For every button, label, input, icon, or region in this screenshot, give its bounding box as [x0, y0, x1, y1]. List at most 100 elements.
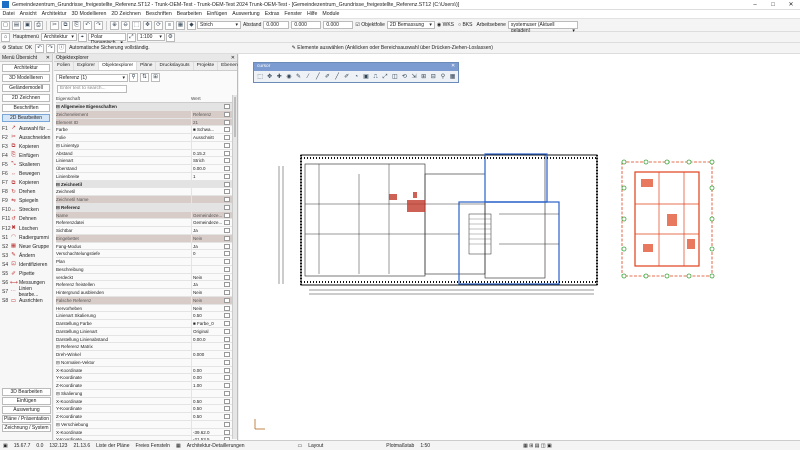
- dimension-select[interactable]: 2D Bemassung: [386, 21, 435, 29]
- undo-small-icon[interactable]: ↶: [35, 43, 45, 53]
- property-row[interactable]: Darstellung Linienart Original: [56, 327, 234, 336]
- property-row[interactable]: ⊟ Normalen-Vektor: [56, 358, 234, 367]
- tab-projekte[interactable]: Projekte: [194, 62, 219, 70]
- property-checkbox[interactable]: [224, 383, 230, 388]
- property-value[interactable]: Ja: [191, 227, 222, 234]
- property-checkbox[interactable]: [224, 158, 230, 164]
- menu-beschriften[interactable]: Beschriften: [143, 11, 174, 17]
- palette-tool-icon[interactable]: ⊟: [429, 73, 437, 82]
- menu-einfuegen[interactable]: Einfügen: [204, 11, 229, 17]
- function-item[interactable]: F11 ↺ Dehnen: [0, 215, 52, 224]
- property-value[interactable]: 0.000: [191, 351, 222, 358]
- property-checkbox[interactable]: [224, 367, 230, 373]
- maximize-button[interactable]: □: [764, 2, 782, 8]
- palette-tool-icon[interactable]: ✎: [295, 73, 303, 82]
- print-icon[interactable]: ⎙: [34, 20, 43, 30]
- menu-3d-modellieren[interactable]: 3D Modellieren: [69, 11, 109, 17]
- palette-titlebar[interactable]: cursor ✕: [254, 63, 458, 71]
- cut-icon[interactable]: ✂: [50, 20, 59, 30]
- property-value[interactable]: [191, 420, 222, 428]
- property-checkbox[interactable]: [224, 127, 230, 133]
- property-row[interactable]: Hervorheben Nein: [56, 304, 234, 313]
- property-value[interactable]: -39.62.0: [191, 428, 222, 436]
- wks-radio[interactable]: ◉ WKS: [437, 22, 454, 28]
- scrollbar-thumb[interactable]: [234, 97, 236, 137]
- property-value[interactable]: 0.00.0: [191, 165, 222, 172]
- search-input[interactable]: Enter text to search...: [57, 85, 127, 93]
- property-value[interactable]: Original: [191, 327, 222, 335]
- detail-label[interactable]: Architektur-Detaillerungen: [187, 443, 245, 449]
- paste-icon[interactable]: ⎘: [72, 20, 81, 30]
- property-checkbox[interactable]: [224, 398, 230, 404]
- property-value[interactable]: Nein: [191, 304, 222, 312]
- property-value[interactable]: [191, 141, 222, 149]
- property-checkbox[interactable]: [224, 259, 230, 264]
- panel-close-icon[interactable]: ✕: [46, 55, 50, 61]
- function-item[interactable]: F1 ↗ Auswahl für ...: [0, 124, 52, 133]
- selected-reference-plan[interactable]: [621, 161, 713, 277]
- palette-tool-icon[interactable]: ◫: [391, 73, 399, 82]
- property-checkbox[interactable]: [224, 297, 230, 303]
- copy-icon[interactable]: ⧉: [61, 20, 70, 30]
- property-checkbox[interactable]: [224, 321, 230, 326]
- property-checkbox[interactable]: [224, 212, 230, 218]
- settings-icon[interactable]: ⚙: [165, 32, 175, 42]
- property-value[interactable]: [191, 258, 222, 265]
- nav-zeichnung-system[interactable]: Zeichnung / System: [2, 424, 51, 432]
- palette-tool-icon[interactable]: ⟲: [400, 73, 408, 82]
- save-icon[interactable]: ▣: [23, 20, 32, 30]
- property-value[interactable]: ■ Farbe_0: [191, 320, 222, 327]
- property-row[interactable]: Plan: [56, 258, 234, 266]
- property-value[interactable]: Gemeindeze...: [191, 211, 222, 219]
- property-checkbox[interactable]: [224, 111, 230, 117]
- function-item[interactable]: S1 ◠ Radiergummi: [0, 233, 52, 242]
- property-value[interactable]: 0.15.2: [191, 149, 222, 157]
- tab-folien[interactable]: Folien: [54, 62, 75, 70]
- property-row[interactable]: ⊟ Verschiebung: [56, 420, 234, 429]
- property-row[interactable]: Z-Koordinate 1.00: [56, 382, 234, 390]
- property-checkbox[interactable]: [224, 266, 230, 272]
- property-checkbox[interactable]: [224, 181, 230, 187]
- property-value[interactable]: [191, 188, 222, 195]
- property-row[interactable]: Folie Ausschnitt: [56, 134, 234, 142]
- menu-extras[interactable]: Extras: [262, 11, 282, 17]
- property-row[interactable]: ⊟ Linientyp: [56, 141, 234, 150]
- property-group-row[interactable]: ⊟ Zeichnetil: [56, 180, 234, 189]
- property-row[interactable]: Linienart Skalierung 0.50: [56, 312, 234, 320]
- property-value[interactable]: Referenz: [191, 110, 222, 118]
- obj-panel-close-icon[interactable]: ✕: [231, 55, 235, 61]
- function-item[interactable]: F5 ⤡ Skalieren: [0, 160, 52, 169]
- property-checkbox[interactable]: [224, 429, 230, 435]
- property-row[interactable]: Referenz freistellen Ja: [56, 281, 234, 289]
- nav-einfuegen[interactable]: Einfügen: [2, 397, 51, 405]
- property-value[interactable]: Ausschnitt: [191, 134, 222, 141]
- property-value[interactable]: 0.50: [191, 312, 222, 319]
- nav-architektur[interactable]: Architektur: [2, 64, 50, 72]
- home-menu-label[interactable]: Hauptmenü: [13, 34, 39, 40]
- property-row[interactable]: Element ID 21: [56, 118, 234, 127]
- plot-scale-value[interactable]: 1:50: [420, 443, 430, 449]
- property-value[interactable]: [191, 103, 222, 110]
- nav-2d-bearbeiten[interactable]: 2D Bearbeiten: [2, 114, 50, 122]
- nav-plaene-praesentation[interactable]: Pläne / Präsentation: [2, 415, 51, 423]
- property-row[interactable]: Abstand 0.15.2: [56, 149, 234, 158]
- property-checkbox[interactable]: [224, 197, 230, 202]
- property-value[interactable]: 1: [191, 172, 222, 180]
- property-checkbox[interactable]: [224, 251, 230, 257]
- property-value[interactable]: [191, 203, 222, 211]
- property-row[interactable]: Zeichnetil Name: [56, 196, 234, 204]
- line-style-select[interactable]: Strich: [197, 21, 241, 29]
- pan-icon[interactable]: ✥: [143, 20, 152, 30]
- palette-tool-icon[interactable]: ◉: [285, 73, 293, 82]
- property-row[interactable]: Y-Koordinate 0.00: [56, 374, 234, 382]
- property-value[interactable]: 0.50: [191, 413, 222, 420]
- palette-close-icon[interactable]: ✕: [451, 63, 455, 71]
- layout-label[interactable]: Layout: [308, 443, 323, 449]
- palette-tool-icon[interactable]: ⬚: [256, 73, 264, 82]
- nav-beschriften[interactable]: Beschriften: [2, 104, 50, 112]
- nav-3d-bearbeiten[interactable]: 3D Bearbeiten: [2, 388, 51, 396]
- property-row[interactable]: Referenzdatei Gemeindeze...: [56, 219, 234, 227]
- menu-architektur[interactable]: Architektur: [39, 11, 69, 17]
- property-checkbox[interactable]: [224, 352, 230, 357]
- menu-auswertung[interactable]: Auswertung: [230, 11, 262, 17]
